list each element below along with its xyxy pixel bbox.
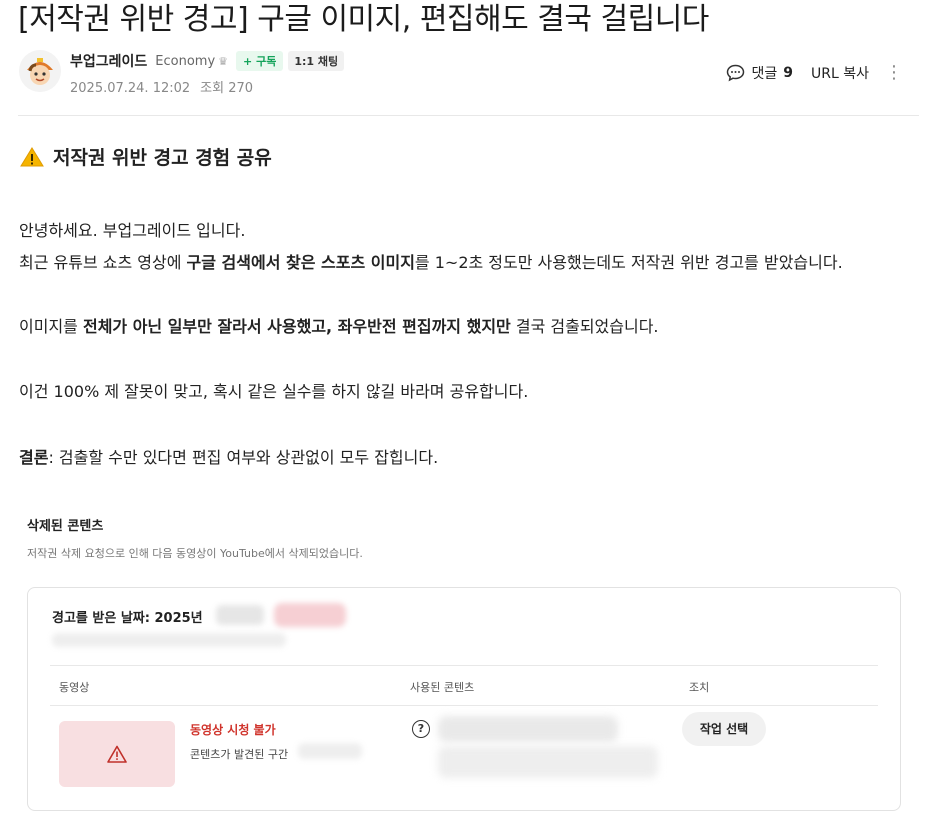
p2-bold-text: 구글 검색에서 찾은 스포츠 이미지 <box>186 253 415 272</box>
author-row: 부업그레이드 Economy ♛ + 구독 1:1 채팅 <box>70 50 345 72</box>
post-title: [저작권 위반 경고] 구글 이미지, 편집해도 결국 걸립니다 <box>18 2 709 37</box>
column-header-action: 조치 <box>689 681 710 694</box>
found-section-label: 콘텐츠가 발견된 구간 <box>190 748 289 761</box>
blurred-content-title <box>438 716 618 742</box>
deleted-content-title: 삭제된 콘텐츠 <box>27 519 104 534</box>
blurred-content-owner <box>438 746 658 778</box>
warning-icon <box>20 146 44 166</box>
header-divider <box>18 115 919 116</box>
video-thumbnail[interactable] <box>59 721 175 787</box>
paragraph-4: 이건 100% 제 잘못이 맞고, 혹시 같은 실수를 하지 않길 바라며 공유… <box>19 382 529 401</box>
post-date: 2025.07.24. 12:02 <box>70 81 191 96</box>
comments-count[interactable]: 9 <box>783 65 793 81</box>
author-avatar[interactable] <box>19 50 61 92</box>
author-name[interactable]: 부업그레이드 <box>70 51 147 71</box>
member-grade: Economy <box>155 53 216 69</box>
select-action-button[interactable]: 작업 선택 <box>682 712 766 746</box>
section-heading: 저작권 위반 경고 경험 공유 <box>20 143 272 170</box>
p2-text-before: 최근 유튜브 쇼츠 영상에 <box>19 253 187 272</box>
blurred-timestamp <box>298 743 362 759</box>
chat-button[interactable]: 1:1 채팅 <box>288 51 345 71</box>
blurred-date <box>216 605 264 625</box>
column-header-used-content: 사용된 콘텐츠 <box>410 681 475 694</box>
crown-icon: ♛ <box>218 54 229 68</box>
subscribe-button[interactable]: + 구독 <box>236 51 284 71</box>
p3-text-after: 결국 검출되었습니다. <box>510 317 659 336</box>
more-options-icon[interactable]: ⋮ <box>885 64 903 82</box>
copyright-warning-card: 경고를 받은 날짜: 2025년 동영상 사용된 콘텐츠 조치 동영상 시청 불… <box>27 587 901 811</box>
comments-label[interactable]: 댓글 <box>751 63 777 83</box>
p3-bold-text: 전체가 아닌 일부만 잘라서 사용했고, 좌우반전 편집까지 했지만 <box>82 317 511 336</box>
view-count: 조회 270 <box>200 81 254 96</box>
help-icon[interactable]: ? <box>412 720 430 738</box>
blurred-status <box>274 603 346 627</box>
blurred-details <box>52 633 286 647</box>
paragraph-3: 이미지를 전체가 아닌 일부만 잘라서 사용했고, 좌우반전 편집까지 했지만 … <box>19 316 659 338</box>
section-heading-text: 저작권 위반 경고 경험 공유 <box>53 147 272 169</box>
p5-text-after: : 검출할 수만 있다면 편집 여부와 상관없이 모두 잡힙니다. <box>48 448 439 467</box>
deleted-content-description: 저작권 삭제 요청으로 인해 다음 동영상이 YouTube에서 삭제되었습니다… <box>27 547 363 560</box>
p3-text-before: 이미지를 <box>19 317 83 336</box>
paragraph-greeting: 안녕하세요. 부업그레이드 입니다. <box>19 221 246 240</box>
post-actions: 댓글 9 URL 복사 ⋮ <box>726 62 903 84</box>
url-copy-button[interactable]: URL 복사 <box>811 63 869 83</box>
paragraph-2: 최근 유튜브 쇼츠 영상에 구글 검색에서 찾은 스포츠 이미지를 1~2초 정… <box>19 252 843 274</box>
post-meta: 2025.07.24. 12:02 조회 270 <box>70 77 253 96</box>
table-top-divider <box>50 665 878 666</box>
paragraph-5: 결론: 검출할 수만 있다면 편집 여부와 상관없이 모두 잡힙니다. <box>19 447 438 469</box>
p5-bold-text: 결론 <box>19 448 49 467</box>
p2-text-after: 를 1~2초 정도만 사용했는데도 저작권 위반 경고를 받았습니다. <box>414 253 843 272</box>
video-status: 동영상 시청 불가 <box>190 723 276 737</box>
table-header-divider <box>50 705 878 706</box>
alert-icon <box>107 745 127 763</box>
warning-date: 경고를 받은 날짜: 2025년 <box>52 611 203 626</box>
comment-icon[interactable] <box>726 64 745 82</box>
column-header-video: 동영상 <box>59 681 90 694</box>
